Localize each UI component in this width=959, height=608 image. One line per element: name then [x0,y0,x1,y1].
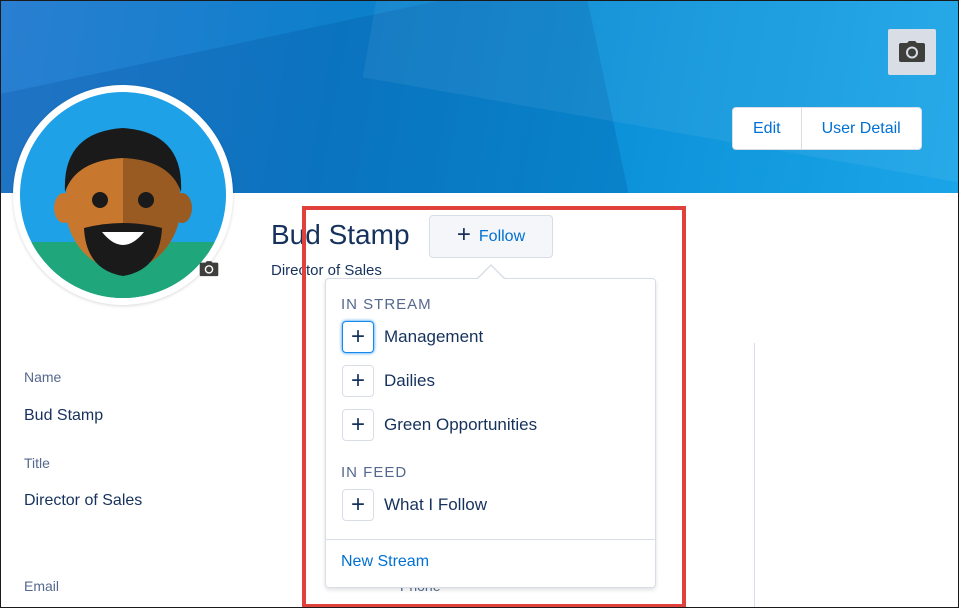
feed-item-label: What I Follow [384,495,487,514]
feed-item-what-i-follow[interactable]: + What I Follow [342,488,487,522]
camera-icon [199,261,219,277]
user-title: Director of Sales [271,262,382,279]
menu-divider [326,539,655,540]
camera-icon [899,41,925,62]
plus-icon[interactable]: + [342,365,374,397]
edit-button[interactable]: Edit [733,108,801,149]
stream-item-green-opportunities[interactable]: + Green Opportunities [342,408,537,442]
dropdown-nubbin-fill [478,266,504,279]
plus-icon[interactable]: + [342,409,374,441]
stream-item-dailies[interactable]: + Dailies [342,364,435,398]
column-divider [754,343,755,608]
follow-label: Follow [478,227,526,245]
email-label: Email [24,578,60,594]
profile-actions: Edit User Detail [732,107,922,150]
new-stream-link[interactable]: New Stream [341,553,429,571]
title-value: Director of Sales [24,492,143,509]
in-stream-heading: IN STREAM [341,296,432,313]
follow-dropdown-menu: IN STREAM + Management + Dailies + Green… [325,278,656,588]
plus-icon[interactable]: + [342,489,374,521]
user-detail-button[interactable]: User Detail [800,108,921,149]
in-feed-heading: IN FEED [341,464,408,481]
stream-item-label: Management [384,327,484,346]
stream-item-label: Green Opportunities [384,415,538,434]
profile-page: Edit User Detail Bud Stamp Director of S… [0,0,959,608]
plus-icon[interactable]: + [342,321,374,353]
name-value: Bud Stamp [24,407,104,424]
stream-item-management[interactable]: + Management [342,320,483,354]
banner-camera-button[interactable] [888,29,936,75]
stream-item-label: Dailies [384,371,436,390]
avatar-camera-button[interactable] [196,258,222,280]
name-label: Name [24,369,62,385]
plus-icon: + [456,221,471,248]
user-name: Bud Stamp [271,219,410,250]
title-label: Title [24,455,50,471]
follow-button[interactable]: + Follow [429,215,553,258]
